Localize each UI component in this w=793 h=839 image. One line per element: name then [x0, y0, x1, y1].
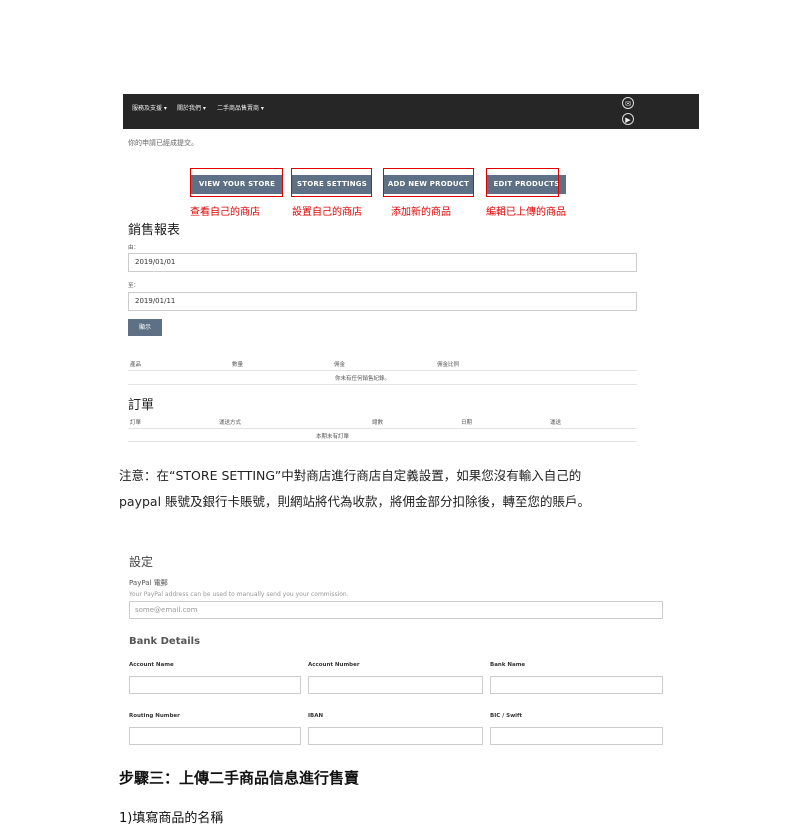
- bank-name-input[interactable]: [490, 676, 663, 694]
- orders-title: 訂單: [128, 398, 155, 413]
- to-label: 至：: [128, 283, 140, 289]
- caption-edit-products: 編輯已上傳的商品: [486, 207, 566, 218]
- highlight-box: [383, 168, 474, 197]
- bank-details-title: Bank Details: [129, 636, 201, 647]
- caption-store-settings: 設置自己的商店: [292, 207, 362, 218]
- step-three-sub: 1)填寫商品的名稱: [119, 811, 224, 826]
- nav-item-secondhand[interactable]: 二手商品售賣商 ▾: [217, 103, 264, 112]
- col-date: 日期: [461, 420, 473, 426]
- from-label: 由：: [128, 245, 140, 251]
- account-name-label: Account Name: [129, 662, 174, 668]
- nav-item-about[interactable]: 關於我們 ▾: [177, 103, 206, 112]
- orders-empty-text: 本期未有訂單: [316, 434, 350, 440]
- routing-number-label: Routing Number: [129, 713, 180, 719]
- col-commission: 佣金: [334, 362, 346, 368]
- account-name-input[interactable]: [129, 676, 301, 694]
- submit-notice: 你的申請已經成提交。: [128, 139, 198, 147]
- from-date-input[interactable]: 2019/01/01: [128, 253, 637, 272]
- col-shipping-method: 運送方式: [219, 420, 242, 426]
- paypal-hint: Your PayPal address can be used to manua…: [129, 591, 349, 598]
- bic-swift-input[interactable]: [490, 727, 663, 745]
- sales-empty-text: 你未有任何銷售紀錄。: [335, 376, 391, 382]
- paypal-label: PayPal 電郵: [129, 579, 168, 587]
- account-number-input[interactable]: [308, 676, 483, 694]
- routing-number-input[interactable]: [129, 727, 301, 745]
- step-three-title: 步驟三：上傳二手商品信息進行售賣: [119, 769, 360, 787]
- iban-label: IBAN: [308, 713, 324, 719]
- highlight-box: [291, 168, 372, 197]
- nav-item-support[interactable]: 服務及支援 ▾: [132, 103, 167, 112]
- show-button[interactable]: 顯示: [128, 319, 162, 336]
- divider: [128, 384, 637, 385]
- divider: [128, 370, 637, 371]
- col-product: 產品: [130, 362, 142, 368]
- bic-swift-label: BIC / Swift: [490, 713, 523, 719]
- divider: [128, 428, 637, 429]
- highlight-box: [486, 168, 559, 197]
- col-quantity: 數量: [232, 362, 244, 368]
- to-date-input[interactable]: 2019/01/11: [128, 292, 637, 311]
- divider: [128, 441, 637, 442]
- youtube-icon[interactable]: ▶: [622, 113, 634, 125]
- col-total: 總數: [372, 420, 384, 426]
- sales-report-title: 銷售報表: [128, 223, 181, 238]
- note-line-1: 注意：在“STORE SETTING”中對商店進行商店自定義設置，如果您沒有輸入…: [119, 468, 582, 483]
- settings-title: 設定: [129, 555, 154, 569]
- bank-name-label: Bank Name: [490, 662, 526, 668]
- col-commission-rate: 佣金比例: [437, 362, 460, 368]
- col-order: 訂單: [130, 420, 142, 426]
- mail-icon[interactable]: ✉: [622, 97, 634, 109]
- note-line-2: paypal 賬號及銀行卡賬號，則網站將代為收款，將佣金部分扣除後，轉至您的賬戶…: [119, 494, 591, 509]
- iban-input[interactable]: [308, 727, 483, 745]
- col-shipping: 運送: [550, 420, 562, 426]
- top-nav-bar: 服務及支援 ▾ 關於我們 ▾ 二手商品售賣商 ▾ ✉ ▶: [123, 94, 699, 129]
- account-number-label: Account Number: [308, 662, 360, 668]
- highlight-box: [190, 168, 283, 197]
- caption-view-store: 查看自己的商店: [190, 207, 260, 218]
- caption-add-product: 添加新的商品: [391, 207, 451, 218]
- paypal-email-input[interactable]: some@email.com: [129, 601, 663, 619]
